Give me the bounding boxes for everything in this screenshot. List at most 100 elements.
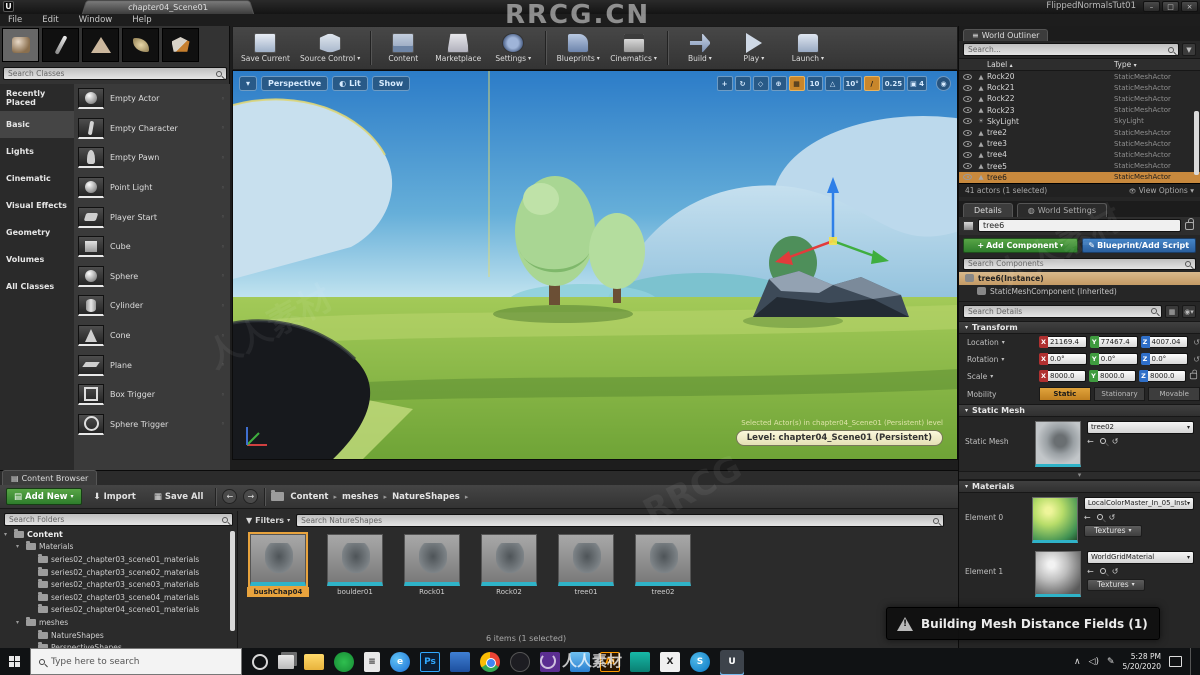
mobility-option[interactable]: Static <box>1039 387 1091 402</box>
close-button[interactable]: × <box>1181 1 1198 12</box>
outliner-row[interactable]: ▲ tree2 StaticMeshActor <box>959 127 1200 138</box>
edge-browser-icon[interactable]: e <box>390 651 410 672</box>
search-folders-input[interactable]: Search Folders <box>4 513 233 526</box>
outliner-row[interactable]: ▲ Rock21 StaticMeshActor <box>959 82 1200 93</box>
grid-snap-value[interactable]: 10 <box>806 76 823 91</box>
outliner-row[interactable]: ▲ Rock22 StaticMeshActor <box>959 93 1200 104</box>
landscape-mode-icon[interactable] <box>82 28 119 62</box>
mobility-option[interactable]: Movable <box>1148 387 1200 402</box>
grab-handle-icon[interactable]: ◦ <box>221 361 225 369</box>
forward-button[interactable]: → <box>243 489 259 504</box>
play-button[interactable]: Play ▾ <box>732 33 776 63</box>
task-view-icon[interactable] <box>278 654 294 669</box>
outliner-scrollbar[interactable] <box>1194 111 1199 175</box>
search-components-input[interactable]: Search Components <box>963 257 1196 270</box>
recorder-dark-icon[interactable] <box>510 651 530 672</box>
placement-item[interactable]: Box Trigger ◦ <box>74 380 230 410</box>
cinematics-button[interactable]: Cinematics ▾ <box>610 33 657 63</box>
grab-handle-icon[interactable]: ◦ <box>221 302 225 310</box>
grab-handle-icon[interactable]: ◦ <box>221 391 225 399</box>
file-explorer-icon[interactable] <box>304 653 324 670</box>
skype-icon[interactable]: S <box>690 651 710 672</box>
launch-button[interactable]: Launch ▾ <box>786 33 830 63</box>
textures-button[interactable]: Textures ▾ <box>1087 578 1145 591</box>
textures-button[interactable]: Textures ▾ <box>1083 524 1142 537</box>
folder-tree-item[interactable]: series02_chapter03_scene02_materials <box>0 566 237 579</box>
component-row-inherited[interactable]: StaticMeshComponent (Inherited) <box>959 285 1200 298</box>
browse-asset-icon[interactable] <box>1096 514 1103 521</box>
rotation-z-field[interactable]: Z 0.0° <box>1140 353 1189 366</box>
tab-world-settings[interactable]: ◍ World Settings <box>1016 202 1107 217</box>
scale-lock-icon[interactable] <box>1189 369 1198 380</box>
outliner-row[interactable]: ▲ Rock23 StaticMeshActor <box>959 105 1200 116</box>
transform-section-header[interactable]: ▾ Transform <box>959 320 1200 334</box>
visibility-eye-icon[interactable] <box>963 107 972 114</box>
visibility-eye-icon[interactable] <box>963 73 972 80</box>
static-mesh-thumbnail[interactable] <box>1035 420 1081 467</box>
grab-handle-icon[interactable]: ◦ <box>221 184 225 192</box>
add-component-button[interactable]: + Add Component ▾ <box>963 237 1078 253</box>
placement-item[interactable]: Cone ◦ <box>74 321 230 351</box>
menu-item[interactable]: Window <box>79 15 113 25</box>
placement-category[interactable]: All Classes <box>0 273 74 300</box>
notepad-icon[interactable]: ≡ <box>364 651 380 672</box>
rotate-tool-icon[interactable]: ↻ <box>734 76 751 91</box>
asset-tile[interactable]: tree01 <box>554 534 618 597</box>
browse-asset-icon[interactable] <box>1099 568 1106 575</box>
add-new-button[interactable]: ▤ Add New ▾ <box>6 488 82 505</box>
property-matrix-icon[interactable]: ▦ <box>1165 304 1179 318</box>
static-mesh-section-header[interactable]: ▾ Static Mesh <box>959 403 1200 417</box>
screen-recorder-icon[interactable] <box>334 651 354 672</box>
display-filter-icon[interactable]: ◉▾ <box>1182 304 1196 318</box>
tab-details[interactable]: Details <box>963 202 1013 217</box>
grab-handle-icon[interactable]: ◦ <box>221 124 225 132</box>
location-z-field[interactable]: Z 4007.04 <box>1140 336 1189 349</box>
marketplace-button[interactable]: Marketplace <box>435 33 481 63</box>
placement-item[interactable]: Cylinder ◦ <box>74 291 230 321</box>
component-row-instance[interactable]: tree6(Instance) <box>959 271 1200 285</box>
visibility-eye-icon[interactable] <box>963 118 972 125</box>
search-assets-input[interactable]: Search NatureShapes <box>296 514 945 527</box>
folder-tree-item[interactable]: ▾ Materials <box>0 541 237 554</box>
scale-snap-value[interactable]: 0.25 <box>881 76 906 91</box>
teal-app-icon[interactable] <box>630 651 650 672</box>
material-thumbnail[interactable] <box>1035 550 1081 597</box>
rotation-x-field[interactable]: X 0.0° <box>1039 353 1087 366</box>
use-selected-asset-icon[interactable]: ← <box>1087 437 1094 446</box>
paint-mode-icon[interactable] <box>42 28 79 62</box>
placement-item[interactable]: Cube ◦ <box>74 232 230 262</box>
placement-category[interactable]: Lights <box>0 138 74 165</box>
maximize-viewport-button[interactable]: ◉ <box>936 76 951 91</box>
actor-name-field[interactable] <box>978 219 1181 233</box>
search-classes-input[interactable]: Search Classes <box>3 67 227 80</box>
outliner-row[interactable]: ▲ tree3 StaticMeshActor <box>959 138 1200 149</box>
menu-item[interactable]: Help <box>132 15 151 25</box>
placement-item[interactable]: Player Start ◦ <box>74 202 230 232</box>
world-space-toggle-icon[interactable]: ⊕ <box>770 76 787 91</box>
reset-location-icon[interactable]: ↺ <box>1193 338 1200 347</box>
tab-world-outliner[interactable]: ≡ World Outliner <box>963 29 1049 41</box>
outliner-row[interactable]: ☀ SkyLight SkyLight <box>959 116 1200 127</box>
show-desktop-button[interactable] <box>1190 648 1194 675</box>
surface-snap-toggle-icon[interactable]: ▦ <box>788 76 805 91</box>
expand-details-arrow[interactable]: ▾ <box>959 470 1200 480</box>
maximize-button[interactable]: □ <box>1162 1 1179 12</box>
scale-snap-icon[interactable]: / <box>863 76 880 91</box>
outliner-row[interactable]: ▲ tree5 StaticMeshActor <box>959 161 1200 172</box>
place-mode-icon[interactable] <box>2 28 39 62</box>
material-dropdown[interactable]: WorldGridMaterial ▾ <box>1087 550 1194 564</box>
back-button[interactable]: ← <box>222 489 238 504</box>
rotation-y-field[interactable]: Y 0.0° <box>1089 353 1138 366</box>
pen-icon[interactable]: ✎ <box>1107 657 1115 667</box>
minimize-button[interactable]: – <box>1143 1 1160 12</box>
level-viewport[interactable]: ▾ Perspective ◐ Lit Show + ↻ ◇ ⊕ ▦ 10 △ 10°/0.25… <box>232 70 958 460</box>
placement-item[interactable]: Empty Pawn ◦ <box>74 143 230 173</box>
grab-handle-icon[interactable]: ◦ <box>221 154 225 162</box>
placement-category[interactable]: Geometry <box>0 219 74 246</box>
use-selected-asset-icon[interactable]: ← <box>1084 513 1091 522</box>
placement-category[interactable]: Cinematic <box>0 165 74 192</box>
blueprint-add-script-button[interactable]: ✎ Blueprint/Add Script <box>1081 237 1196 253</box>
foliage-mode-icon[interactable] <box>122 28 159 62</box>
outliner-search-input[interactable]: Search... <box>963 43 1179 56</box>
reset-asset-icon[interactable]: ↺ <box>1112 567 1119 576</box>
